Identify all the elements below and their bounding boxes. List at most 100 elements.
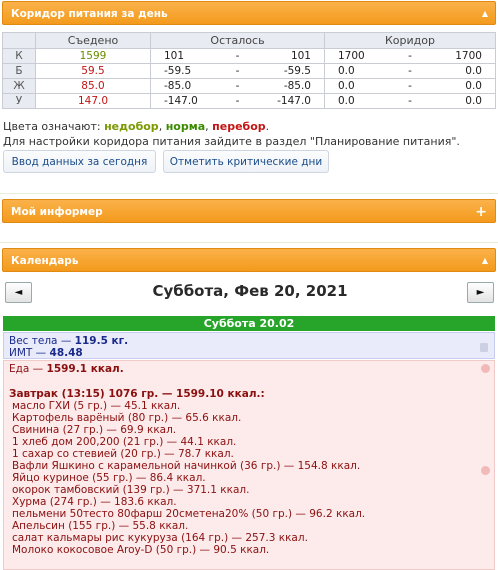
bmi-line: ИМТ — 48.48 [9, 347, 489, 359]
remaining-min: -147.0 [164, 95, 198, 107]
row-label: Б [2, 63, 36, 79]
legend-norm: норма [165, 120, 206, 133]
remaining-min: -85.0 [164, 80, 192, 92]
expand-icon[interactable]: + [475, 200, 487, 224]
row-label: К [2, 48, 36, 64]
remaining-max: -147.0 [277, 95, 311, 107]
corridor-cell: 0.0 - 0.0 [324, 78, 496, 94]
column-header-remaining: Осталось [150, 32, 325, 49]
legend-prefix: Цвета означают: [3, 120, 105, 133]
corridor-max: 0.0 [465, 80, 482, 92]
column-header-eaten: Съедено [35, 32, 151, 49]
range-dash: - [408, 95, 412, 107]
list-item: 1 сахар со стевией (20 гр.) — 78.7 ккал. [12, 448, 234, 460]
remaining-max: 101 [290, 50, 311, 62]
remaining-max: -85.0 [283, 80, 311, 92]
remaining-min: 101 [164, 50, 185, 62]
range-dash: - [235, 80, 240, 92]
column-header-empty [2, 32, 36, 49]
weight-label: Вес тела — [9, 335, 75, 347]
table-row: У 147.0 -147.0 - -147.0 0.0 - 0.0 [2, 93, 496, 109]
range-dash: - [235, 95, 240, 107]
calendar-date-title: Суббота, Фев 20, 2021 [152, 282, 348, 300]
list-item: Молоко кокосовое Aroy-D (50 гр.) — 90.5 … [12, 544, 270, 556]
corridor-panel-header[interactable]: Коридор питания за день ▲ [2, 1, 496, 25]
list-item: окорок тамбовский (139 гр.) — 371.1 ккал… [12, 484, 250, 496]
list-item: Яйцо куриное (55 гр.) — 86.4 ккал. [12, 472, 206, 484]
meal-menu-icon[interactable] [481, 466, 490, 475]
range-dash: - [235, 50, 240, 62]
corridor-min: 1700 [338, 50, 365, 62]
food-menu-icon[interactable] [481, 364, 490, 373]
bmi-label: ИМТ — [9, 347, 50, 359]
informer-panel-title: Мой информер [11, 206, 103, 218]
table-header-row: Съедено Осталось Коридор [2, 32, 496, 49]
enter-today-data-button[interactable]: Ввод данных за сегодня [3, 150, 156, 173]
legend-under: недобор [104, 120, 159, 133]
informer-panel-header[interactable]: Мой информер + [2, 199, 496, 223]
list-item: масло ГХИ (5 гр.) — 45.1 ккал. [12, 400, 181, 412]
food-label: Еда — [9, 363, 47, 375]
calendar-panel-title: Календарь [11, 255, 79, 267]
mark-critical-days-button[interactable]: Отметить критические дни [163, 150, 329, 173]
table-row: Б 59.5 -59.5 - -59.5 0.0 - 0.0 [2, 63, 496, 79]
remaining-cell: -59.5 - -59.5 [150, 63, 325, 79]
table-row: Ж 85.0 -85.0 - -85.0 0.0 - 0.0 [2, 78, 496, 94]
corridor-cell: 0.0 - 0.0 [324, 93, 496, 109]
divider [0, 242, 498, 243]
remaining-cell: 101 - 101 [150, 48, 325, 64]
corridor-min: 0.0 [338, 65, 355, 77]
day-bar: Суббота 20.02 [3, 316, 495, 331]
weight-line: Вес тела — 119.5 кг. [9, 335, 489, 347]
range-dash: - [408, 50, 412, 62]
next-day-button[interactable]: ► [467, 282, 494, 303]
range-dash: - [408, 65, 412, 77]
list-item: Хурма (274 гр.) — 183.6 ккал. [12, 496, 177, 508]
range-dash: - [235, 65, 240, 77]
prev-day-button[interactable]: ◄ [5, 282, 32, 303]
corridor-max: 1700 [455, 50, 482, 62]
eaten-value: 85.0 [35, 78, 151, 94]
row-label: Ж [2, 78, 36, 94]
collapse-icon[interactable]: ▲ [482, 2, 488, 26]
range-dash: - [408, 80, 412, 92]
list-item: Картофель варёный (80 гр.) — 65.6 ккал. [12, 412, 242, 424]
remaining-cell: -147.0 - -147.0 [150, 93, 325, 109]
corridor-table: Съедено Осталось Коридор К 1599 101 - 101 … [2, 32, 496, 109]
bmi-value: 48.48 [49, 347, 83, 359]
legend-over: перебор [212, 120, 266, 133]
corridor-cell: 1700 - 1700 [324, 48, 496, 64]
remaining-cell: -85.0 - -85.0 [150, 78, 325, 94]
food-total: 1599.1 ккал. [46, 363, 124, 375]
food-total-line: Еда — 1599.1 ккал. [9, 363, 489, 375]
corridor-max: 0.0 [465, 95, 482, 107]
corridor-panel-title: Коридор питания за день [11, 8, 168, 20]
meal-title: Завтрак (13:15) 1076 гр. — 1599.10 ккал.… [9, 388, 265, 400]
column-header-corridor: Коридор [324, 32, 496, 49]
eaten-value: 59.5 [35, 63, 151, 79]
legend-end: . [265, 120, 270, 133]
corridor-cell: 0.0 - 0.0 [324, 63, 496, 79]
collapse-icon[interactable]: ▲ [482, 249, 488, 273]
list-item: салат кальмары рис кукуруза (164 гр.) — … [12, 532, 308, 544]
corridor-min: 0.0 [338, 80, 355, 92]
food-box: Еда — 1599.1 ккал. Завтрак (13:15) 1076 … [3, 360, 495, 570]
eaten-value: 1599 [35, 48, 151, 64]
trash-icon[interactable] [480, 343, 488, 352]
color-legend: Цвета означают: недобор, норма, перебор. [3, 120, 269, 133]
eaten-value: 147.0 [35, 93, 151, 109]
remaining-max: -59.5 [283, 65, 311, 77]
calendar-panel-header[interactable]: Календарь ▲ [2, 248, 496, 272]
divider [0, 193, 498, 194]
legend-sep: , [158, 120, 166, 133]
corridor-note: Для настройки коридора питания зайдите в… [3, 135, 460, 148]
corridor-max: 0.0 [465, 65, 482, 77]
list-item: Апельсин (155 гр.) — 55.8 ккал. [12, 520, 189, 532]
corridor-min: 0.0 [338, 95, 355, 107]
weight-value: 119.5 кг. [74, 335, 129, 347]
weight-box: Вес тела — 119.5 кг. ИМТ — 48.48 [3, 332, 495, 359]
list-item: Вафли Яшкино с карамельной начинкой (36 … [12, 460, 361, 472]
list-item: Свинина (27 гр.) — 69.9 ккал. [12, 424, 177, 436]
table-row: К 1599 101 - 101 1700 - 1700 [2, 48, 496, 64]
remaining-min: -59.5 [164, 65, 192, 77]
